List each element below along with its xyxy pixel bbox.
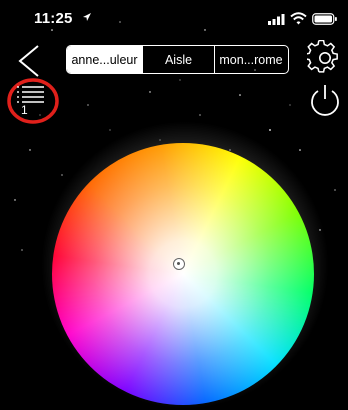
list-icon xyxy=(7,78,59,124)
power-button[interactable] xyxy=(307,82,343,120)
segment-monochrome[interactable]: mon...rome xyxy=(214,46,287,73)
status-bar: 11:25 xyxy=(0,0,348,36)
color-wheel[interactable] xyxy=(52,143,314,405)
segment-color-wheel[interactable]: anne...uleur xyxy=(67,46,142,73)
gear-icon xyxy=(304,39,338,73)
status-time: 11:25 xyxy=(34,10,73,27)
mode-segmented-control: anne...uleur Aisle mon...rome xyxy=(66,45,289,74)
chevron-left-icon xyxy=(18,45,39,77)
color-picker-marker[interactable] xyxy=(173,258,185,270)
battery-icon xyxy=(312,13,337,25)
list-count-badge: 1 xyxy=(21,103,28,117)
power-icon xyxy=(311,85,339,116)
back-button[interactable] xyxy=(16,43,42,79)
segment-aisle[interactable]: Aisle xyxy=(142,46,214,73)
cellular-signal-icon xyxy=(268,14,285,25)
location-arrow-icon xyxy=(83,13,91,21)
device-list-button[interactable] xyxy=(6,75,60,129)
color-wheel-saturation-overlay xyxy=(52,143,314,405)
wifi-icon xyxy=(290,12,307,25)
settings-button[interactable] xyxy=(304,39,343,76)
